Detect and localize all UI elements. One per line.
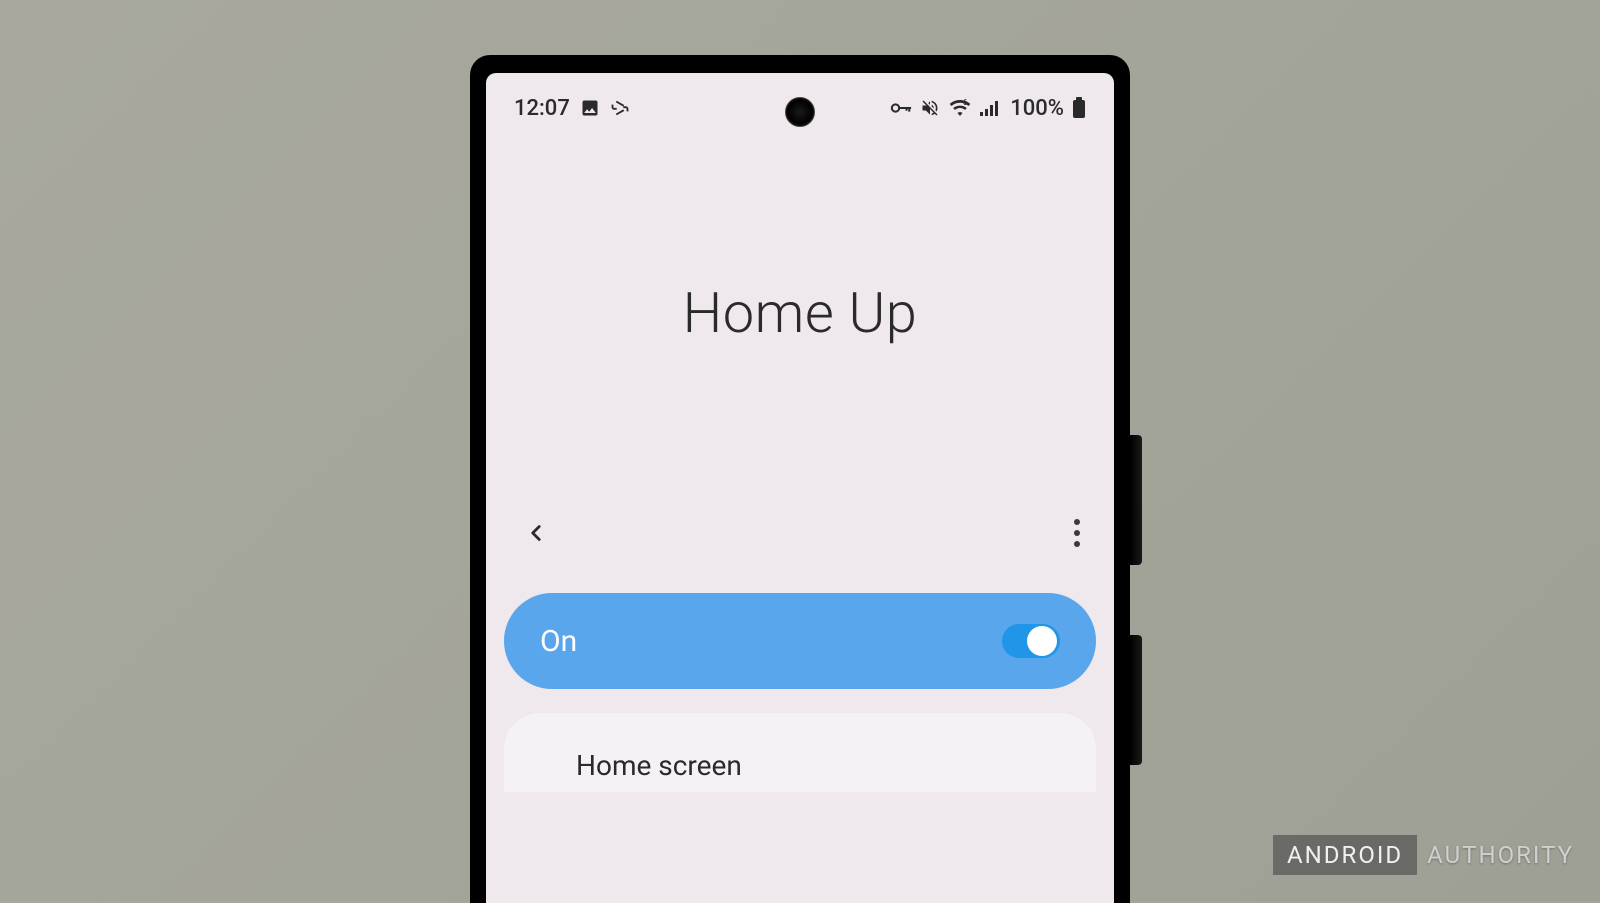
volume-button — [1130, 435, 1142, 565]
more-dot-icon — [1074, 530, 1080, 536]
master-toggle-card[interactable]: On — [504, 593, 1096, 689]
phone-screen: 12:07 6 — [486, 73, 1114, 903]
rotation-icon — [610, 98, 630, 118]
svg-text:6: 6 — [963, 98, 968, 107]
watermark-badge: ANDROID — [1273, 835, 1417, 875]
watermark-text: AUTHORITY — [1427, 841, 1574, 869]
list-item-home-screen[interactable]: Home screen — [576, 749, 1048, 782]
back-button[interactable] — [520, 517, 552, 549]
phone-frame: 12:07 6 — [470, 55, 1130, 903]
page-title: Home Up — [683, 280, 918, 346]
settings-list-card: Home screen — [504, 713, 1096, 792]
camera-hole — [785, 97, 815, 127]
master-toggle-label: On — [540, 624, 577, 659]
status-bar-left: 12:07 — [514, 96, 630, 121]
status-bar-right: 6 100% — [890, 96, 1086, 121]
battery-percent: 100% — [1010, 96, 1064, 121]
page-header: Home Up — [486, 123, 1114, 503]
image-icon — [580, 98, 600, 118]
vpn-key-icon — [890, 100, 912, 116]
signal-icon — [980, 99, 1002, 117]
mute-icon — [920, 98, 940, 118]
wifi-icon: 6 — [948, 98, 972, 118]
nav-row — [486, 503, 1114, 563]
master-toggle-switch[interactable] — [1002, 624, 1060, 658]
power-button — [1130, 635, 1142, 765]
battery-icon — [1072, 97, 1086, 119]
more-dot-icon — [1074, 541, 1080, 547]
more-options-button[interactable] — [1074, 519, 1080, 547]
list-item-title: Home screen — [576, 749, 1048, 782]
more-dot-icon — [1074, 519, 1080, 525]
content-area: On Home screen — [486, 563, 1114, 792]
watermark: ANDROID AUTHORITY — [1273, 835, 1574, 875]
toggle-knob — [1027, 626, 1057, 656]
status-time: 12:07 — [514, 96, 570, 121]
